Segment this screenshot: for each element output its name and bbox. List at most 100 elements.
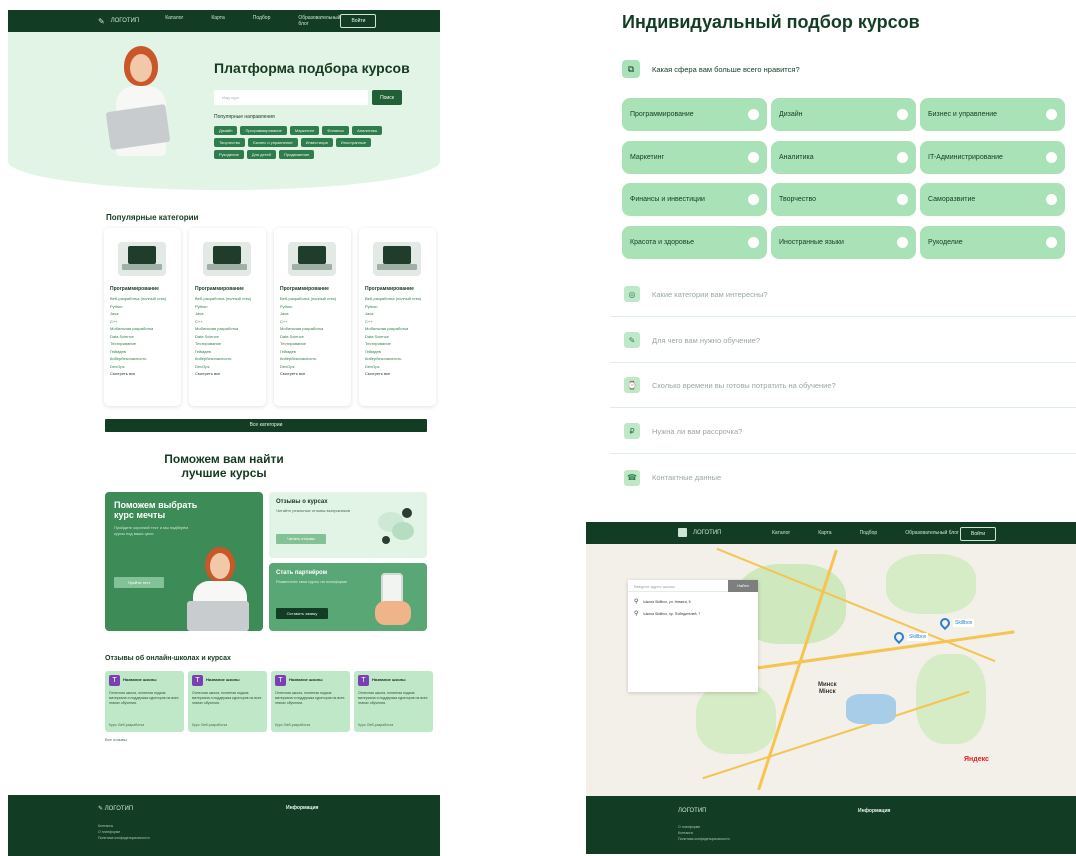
category-more[interactable]: Смотреть все (365, 370, 431, 378)
nav-link-match[interactable]: Подбор (860, 530, 878, 536)
category-link[interactable]: Геймдев (195, 348, 261, 356)
category-link[interactable]: Data Science (365, 333, 431, 341)
school-review-card[interactable]: T Название школы Отличная школа, понятна… (271, 671, 350, 732)
all-categories-button[interactable]: Все категории (105, 419, 427, 432)
category-card[interactable]: Программирование Веб-разработка (полный … (104, 228, 181, 406)
chip[interactable]: Маркетинг (289, 126, 320, 135)
reviews-promo-card[interactable]: Отзывы о курсах Читайте реальные отзывы … (269, 492, 427, 558)
quiz-collapsed-question[interactable]: ⌚ Сколько времени вы готовы потратить на … (610, 363, 1076, 408)
chip[interactable]: Иностранные (335, 138, 371, 147)
option-pill[interactable]: Иностранные языки (771, 226, 916, 259)
option-pill[interactable]: Программирование (622, 98, 767, 131)
category-card[interactable]: Программирование Веб-разработка (полный … (274, 228, 351, 406)
reviews-promo-button[interactable]: Читать отзывы (276, 534, 326, 544)
chip[interactable]: Программирование (240, 126, 287, 135)
category-link[interactable]: Python (110, 303, 176, 311)
category-link[interactable]: DevOps (280, 363, 346, 371)
nav-link-catalog[interactable]: Каталог (165, 15, 183, 27)
map-canvas[interactable]: Введите адрес школы Найти ⚲ Школа Skillbo… (586, 544, 1076, 796)
option-pill[interactable]: Красота и здоровье (622, 226, 767, 259)
option-pill[interactable]: Финансы и инвестиции (622, 183, 767, 216)
category-link[interactable]: C++ (280, 318, 346, 326)
category-link[interactable]: Веб-разработка (полный стек) (280, 295, 346, 303)
logo[interactable]: ✎ ЛОГОТИП (98, 17, 139, 26)
category-more[interactable]: Смотреть все (195, 370, 261, 378)
quiz-q1-row[interactable]: ⧉ Какая сфера вам больше всего нравится? (622, 60, 800, 78)
chip[interactable]: Дизайн (214, 126, 238, 135)
category-link[interactable]: Веб-разработка (полный стек) (365, 295, 431, 303)
category-link[interactable]: Data Science (195, 333, 261, 341)
map-pin[interactable]: Skillbox (937, 615, 975, 631)
map-search-button[interactable]: Найти (728, 580, 758, 592)
category-link[interactable]: Мобильная разработка (195, 325, 261, 333)
map-result-item[interactable]: ⚲ Школа Skillbox, ул. Немига, 5 (634, 598, 691, 605)
partner-promo-button[interactable]: Оставить заявку (276, 608, 328, 619)
category-link[interactable]: Мобильная разработка (280, 325, 346, 333)
partner-promo-card[interactable]: Стать партнёром Разместите свои курсы на… (269, 563, 427, 631)
option-pill[interactable]: Творчество (771, 183, 916, 216)
quiz-collapsed-question[interactable]: ✎ Для чего вам нужно обучение? (610, 318, 1076, 363)
map-result-item[interactable]: ⚲ Школа Skillbox, пр. Победителей, 7 (634, 610, 700, 617)
category-link[interactable]: Python (365, 303, 431, 311)
category-link[interactable]: Java (110, 310, 176, 318)
school-review-card[interactable]: T Название школы Отличная школа, понятна… (354, 671, 433, 732)
option-pill[interactable]: Рукоделие (920, 226, 1065, 259)
map-pin[interactable]: Skillbox (891, 629, 929, 645)
option-pill[interactable]: Аналитика (771, 141, 916, 174)
quiz-collapsed-question[interactable]: ◎ Какие категории вам интересны? (610, 272, 1076, 317)
option-pill[interactable]: Дизайн (771, 98, 916, 131)
category-link[interactable]: Тестирование (195, 340, 261, 348)
category-link[interactable]: Data Science (110, 333, 176, 341)
footer-link[interactable]: Политика конфиденциальности (98, 835, 150, 841)
category-link[interactable]: C++ (110, 318, 176, 326)
hero-search-input[interactable]: Ищу курс (214, 90, 368, 105)
map-logo[interactable]: ЛОГОТИП (678, 528, 721, 537)
category-card[interactable]: Программирование Веб-разработка (полный … (359, 228, 436, 406)
category-link[interactable]: C++ (365, 318, 431, 326)
option-pill[interactable]: Бизнес и управление (920, 98, 1065, 131)
category-link[interactable]: Геймдев (280, 348, 346, 356)
login-button[interactable]: Войти (340, 14, 377, 28)
category-link[interactable]: Data Science (280, 333, 346, 341)
quiz-collapsed-question[interactable]: ☎ Контактные данные (610, 455, 1076, 500)
option-pill[interactable]: Саморазвитие (920, 183, 1065, 216)
category-link[interactable]: Геймдев (365, 348, 431, 356)
nav-link-match[interactable]: Подбор (253, 15, 271, 27)
category-link[interactable]: Кибербезопасность (365, 355, 431, 363)
school-review-card[interactable]: T Название школы Отличная школа, понятна… (188, 671, 267, 732)
footer-logo[interactable]: ✎ ЛОГОТИП (98, 805, 133, 812)
quiz-collapsed-question[interactable]: ₽ Нужна ли вам рассрочка? (610, 409, 1076, 454)
nav-link-blog[interactable]: Образовательный блог (905, 530, 959, 536)
category-link[interactable]: Java (280, 310, 346, 318)
hero-search-button[interactable]: Поиск (372, 90, 402, 105)
category-link[interactable]: Кибербезопасность (110, 355, 176, 363)
category-link[interactable]: Python (280, 303, 346, 311)
category-link[interactable]: Мобильная разработка (365, 325, 431, 333)
chip[interactable]: Аналитика (352, 126, 382, 135)
map-search-input[interactable]: Введите адрес школы (628, 580, 728, 592)
help-big-card[interactable]: Поможем выбрать курс мечты Пройдите коро… (105, 492, 263, 631)
option-pill[interactable]: Маркетинг (622, 141, 767, 174)
chip[interactable]: Продвижение (278, 150, 315, 159)
chip[interactable]: Бизнес и управление (248, 138, 298, 147)
category-link[interactable]: Тестирование (110, 340, 176, 348)
category-link[interactable]: Веб-разработка (полный стек) (110, 295, 176, 303)
category-card[interactable]: Программирование Веб-разработка (полный … (189, 228, 266, 406)
nav-link-map[interactable]: Карта (818, 530, 831, 536)
category-link[interactable]: Геймдев (110, 348, 176, 356)
category-link[interactable]: DevOps (365, 363, 431, 371)
chip[interactable]: Творчество (214, 138, 246, 147)
login-button[interactable]: Войти (960, 527, 996, 541)
category-link[interactable]: DevOps (110, 363, 176, 371)
nav-link-blog[interactable]: Образовательный блог (298, 15, 340, 27)
all-reviews-link[interactable]: Все отзывы (105, 737, 127, 742)
category-link[interactable]: Кибербезопасность (280, 355, 346, 363)
category-link[interactable]: C++ (195, 318, 261, 326)
option-pill[interactable]: IT-Администрирование (920, 141, 1065, 174)
category-link[interactable]: Мобильная разработка (110, 325, 176, 333)
nav-link-catalog[interactable]: Каталог (772, 530, 790, 536)
chip[interactable]: Для детей (246, 150, 276, 159)
help-big-button[interactable]: Пройти тест (114, 577, 164, 588)
category-more[interactable]: Смотреть все (110, 370, 176, 378)
category-link[interactable]: DevOps (195, 363, 261, 371)
